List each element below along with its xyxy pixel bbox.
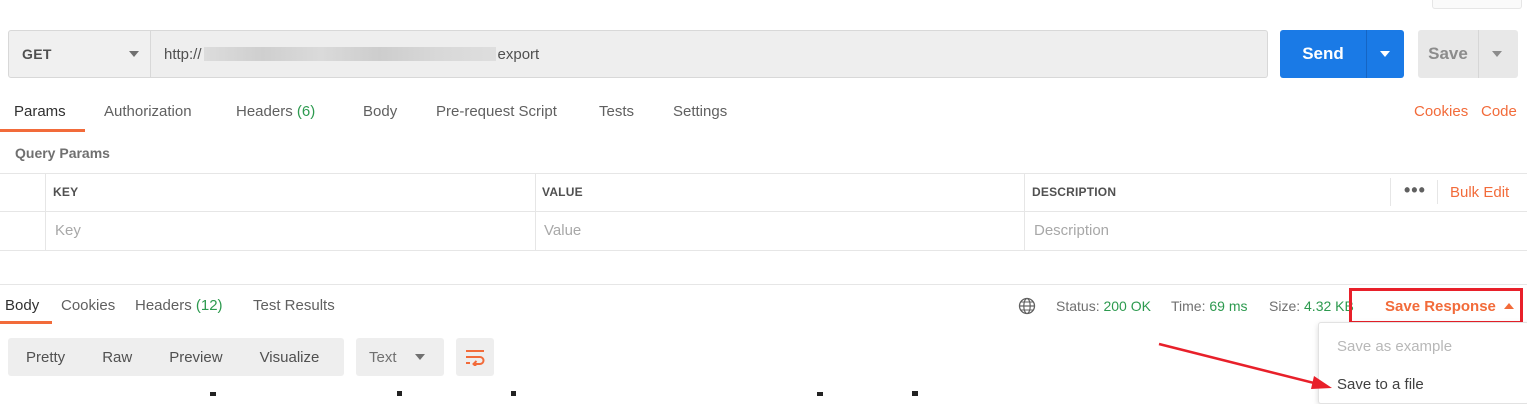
value-input[interactable]: Value — [544, 222, 581, 239]
url-text-start: http:// — [164, 45, 202, 63]
active-tab-indicator — [0, 129, 85, 132]
caret-up-icon — [1504, 303, 1514, 309]
format-select[interactable]: Text — [356, 338, 444, 376]
table-column-divider — [1024, 173, 1025, 251]
tab-body[interactable]: Body — [363, 103, 397, 120]
toolbar-button-stub[interactable] — [1432, 0, 1522, 9]
tab-tests[interactable]: Tests — [599, 103, 634, 120]
chevron-down-icon[interactable] — [1492, 51, 1502, 57]
response-divider — [0, 284, 1527, 285]
view-mode-preview[interactable]: Preview — [169, 349, 222, 366]
response-body-fragment — [210, 391, 918, 396]
response-tab-headers-label: Headers — [135, 297, 192, 314]
description-input[interactable]: Description — [1034, 222, 1109, 239]
table-column-divider — [45, 173, 46, 251]
code-link[interactable]: Code — [1481, 103, 1517, 120]
view-mode-pretty[interactable]: Pretty — [26, 349, 65, 366]
send-divider — [1366, 30, 1367, 78]
url-input[interactable]: http:// export — [151, 30, 1268, 78]
response-tab-headers-count: (12) — [195, 297, 223, 314]
column-header-key: KEY — [53, 185, 79, 199]
cookies-link[interactable]: Cookies — [1414, 103, 1468, 120]
save-button[interactable]: Save — [1418, 30, 1518, 78]
chevron-down-icon — [414, 354, 425, 360]
status-value: 200 OK — [1103, 298, 1151, 314]
tab-headers-count: (6) — [296, 103, 316, 120]
table-column-divider — [1390, 178, 1391, 206]
table-border-bottom — [0, 250, 1527, 251]
size-readout: Size: 4.32 KB — [1269, 298, 1354, 314]
table-column-divider — [1437, 180, 1438, 204]
bulk-edit-link[interactable]: Bulk Edit — [1450, 184, 1509, 201]
view-mode-raw[interactable]: Raw — [102, 349, 132, 366]
key-input[interactable]: Key — [55, 222, 81, 239]
arrow-annotation — [1158, 342, 1332, 389]
time-label: Time: — [1171, 298, 1206, 314]
save-response-button-highlight[interactable]: Save Response — [1349, 288, 1523, 324]
more-dots-icon[interactable]: ••• — [1404, 180, 1426, 201]
response-tab-test-results[interactable]: Test Results — [253, 297, 335, 314]
save-divider — [1478, 30, 1479, 78]
table-row-divider — [0, 211, 1527, 212]
size-value: 4.32 KB — [1304, 298, 1354, 314]
view-mode-selector: Pretty Raw Preview Visualize — [8, 338, 344, 376]
menu-item-save-as-example: Save as example — [1337, 338, 1453, 355]
status-readout: Status: 200 OK — [1056, 298, 1151, 314]
column-header-description: DESCRIPTION — [1032, 185, 1117, 199]
tab-pre-request-script[interactable]: Pre-request Script — [436, 103, 557, 120]
time-value: 69 ms — [1209, 298, 1248, 314]
chevron-down-icon[interactable] — [1380, 51, 1390, 57]
active-response-tab-indicator — [0, 321, 52, 324]
tab-headers-label: Headers — [236, 103, 293, 120]
chevron-down-icon — [129, 51, 139, 57]
tab-authorization[interactable]: Authorization — [104, 103, 192, 120]
size-label: Size: — [1269, 298, 1301, 314]
globe-icon[interactable] — [1018, 297, 1036, 315]
save-response-menu: Save as example Save to a file — [1318, 322, 1527, 404]
method-select[interactable]: GET — [8, 30, 151, 78]
tab-params[interactable]: Params — [14, 103, 66, 120]
status-label: Status: — [1056, 298, 1100, 314]
response-tab-headers[interactable]: Headers (12) — [135, 297, 223, 314]
query-params-title: Query Params — [15, 145, 110, 161]
tab-headers[interactable]: Headers (6) — [236, 103, 315, 120]
save-response-label: Save Response — [1385, 298, 1496, 315]
tab-settings[interactable]: Settings — [673, 103, 727, 120]
view-mode-visualize[interactable]: Visualize — [260, 349, 320, 366]
send-button-label: Send — [1302, 44, 1344, 63]
wrap-lines-icon — [466, 350, 485, 366]
menu-item-save-to-file[interactable]: Save to a file — [1337, 376, 1424, 393]
wrap-lines-button[interactable] — [456, 338, 494, 376]
save-button-label: Save — [1428, 44, 1468, 63]
table-border-top — [0, 173, 1527, 174]
send-button[interactable]: Send — [1280, 30, 1404, 78]
format-select-label: Text — [369, 348, 397, 366]
url-text-end: export — [497, 45, 540, 63]
url-redacted-segment — [203, 47, 496, 61]
column-header-value: VALUE — [542, 185, 583, 199]
method-label: GET — [22, 46, 52, 62]
time-readout: Time: 69 ms — [1171, 298, 1248, 314]
response-tab-body[interactable]: Body — [5, 297, 39, 314]
table-column-divider — [535, 173, 536, 251]
response-tab-cookies[interactable]: Cookies — [61, 297, 115, 314]
